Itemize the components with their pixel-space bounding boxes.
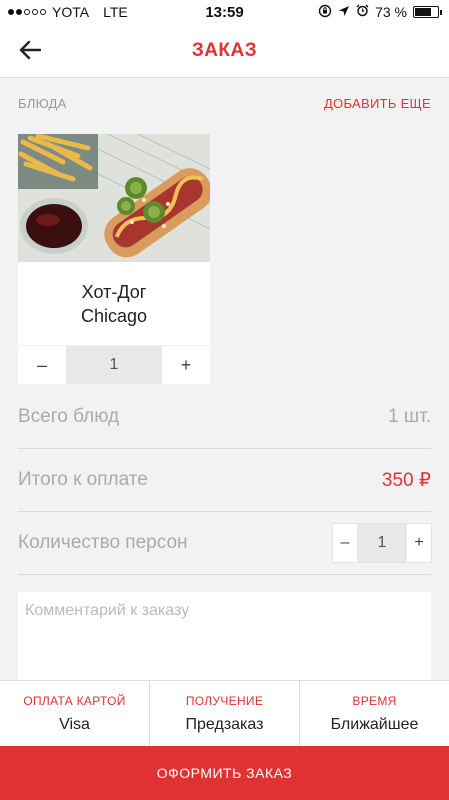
- location-arrow-icon: [338, 5, 350, 20]
- persons-value: 1: [357, 524, 407, 562]
- persons-stepper: – 1 +: [333, 524, 431, 562]
- delivery-option[interactable]: ПОЛУЧЕНИЕ Предзаказ: [150, 681, 300, 746]
- battery-icon: [413, 6, 442, 18]
- network-type: LTE: [103, 4, 128, 20]
- status-bar: YOTA LTE 13:59 73 %: [0, 0, 449, 24]
- total-dishes-label: Всего блюд: [18, 406, 120, 427]
- arrow-left-icon: [19, 40, 41, 60]
- dish-card: Хот-Дог Chicago – 1 +: [18, 134, 210, 384]
- dish-decrement-button[interactable]: –: [18, 346, 66, 384]
- order-options-bar: ОПЛАТА КАРТОЙ Visa ПОЛУЧЕНИЕ Предзаказ В…: [0, 680, 449, 746]
- carrier-name: YOTA: [52, 4, 90, 20]
- status-bar-left: YOTA LTE: [8, 4, 128, 20]
- dish-quantity-value: 1: [66, 346, 162, 384]
- dishes-label: БЛЮДА: [18, 96, 67, 111]
- persons-decrement-button[interactable]: –: [333, 524, 357, 562]
- time-option[interactable]: ВРЕМЯ Ближайшее: [300, 681, 449, 746]
- dishes-section-header: БЛЮДА ДОБАВИТЬ ЕЩЕ: [18, 96, 431, 111]
- total-pay-value: 350 ₽: [381, 469, 431, 491]
- persons-increment-button[interactable]: +: [407, 524, 431, 562]
- total-pay-row: Итого к оплате 350 ₽: [18, 449, 431, 511]
- place-order-button[interactable]: ОФОРМИТЬ ЗАКАЗ: [0, 746, 449, 800]
- battery-percent: 73 %: [375, 4, 407, 20]
- signal-strength-icon: [8, 9, 46, 15]
- dish-photo[interactable]: [18, 134, 210, 262]
- delivery-value: Предзаказ: [185, 715, 264, 733]
- back-button[interactable]: [14, 34, 46, 66]
- alarm-icon: [356, 4, 369, 20]
- time-value: Ближайшее: [330, 715, 419, 733]
- rotation-lock-icon: [318, 4, 332, 21]
- page-title: ЗАКАЗ: [191, 39, 258, 61]
- dish-quantity-stepper: – 1 +: [18, 346, 210, 384]
- payment-option[interactable]: ОПЛАТА КАРТОЙ Visa: [0, 681, 150, 746]
- comment-field[interactable]: [18, 592, 431, 680]
- persons-label: Количество персон: [18, 532, 188, 553]
- total-dishes-value: 1 шт.: [388, 406, 431, 427]
- persons-row: Количество персон – 1 +: [18, 512, 431, 574]
- dish-name: Хот-Дог Chicago: [18, 262, 210, 346]
- dish-increment-button[interactable]: +: [162, 346, 210, 384]
- total-pay-label: Итого к оплате: [18, 469, 148, 490]
- time-label: ВРЕМЯ: [352, 693, 397, 708]
- delivery-label: ПОЛУЧЕНИЕ: [185, 693, 264, 708]
- add-more-button[interactable]: ДОБАВИТЬ ЕЩЕ: [324, 96, 431, 111]
- total-dishes-row: Всего блюд 1 шт.: [18, 386, 431, 448]
- divider: [18, 574, 431, 575]
- payment-value: Visa: [59, 715, 90, 733]
- status-bar-right: 73 %: [318, 4, 442, 21]
- nav-bar: ЗАКАЗ: [0, 24, 449, 78]
- payment-label: ОПЛАТА КАРТОЙ: [23, 693, 126, 708]
